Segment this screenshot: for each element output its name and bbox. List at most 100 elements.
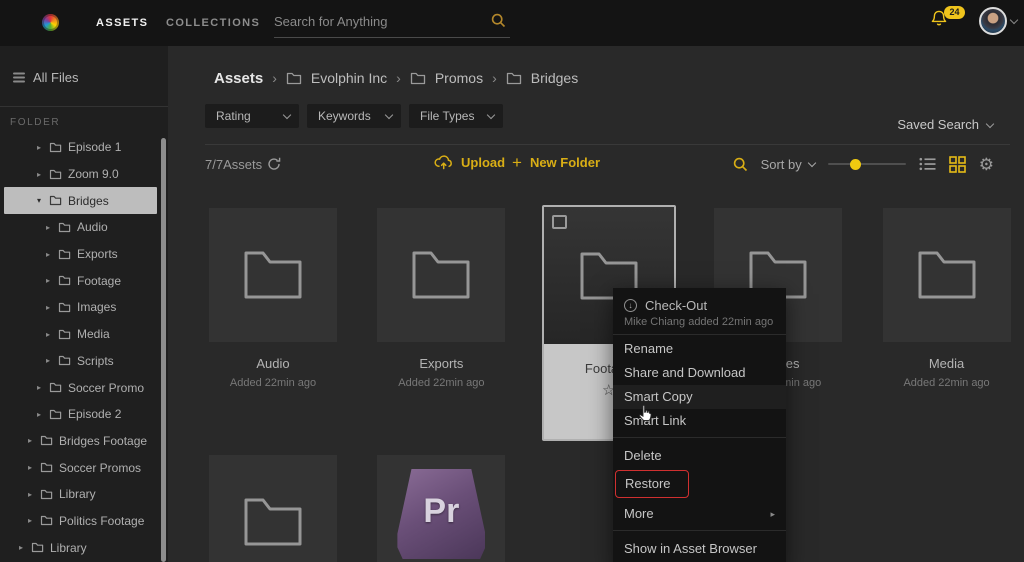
tab-assets[interactable]: ASSETS [96, 17, 148, 29]
app-logo-icon[interactable] [42, 14, 59, 31]
sort-by-dropdown[interactable]: Sort by [761, 157, 816, 172]
folder-tree-item[interactable]: ▸ Politics Footage [4, 508, 157, 535]
breadcrumb-item[interactable]: › Promos [396, 70, 483, 86]
menu-item-restore[interactable]: Restore [615, 470, 689, 498]
asset-thumbnail[interactable] [882, 208, 1011, 342]
menu-item-share-and-download[interactable]: Share and Download [613, 361, 786, 385]
list-view-icon[interactable] [919, 157, 936, 171]
breadcrumb-item[interactable]: › Evolphin Inc [272, 70, 387, 86]
check-out-subtitle: Mike Chiang added 22min ago [624, 316, 774, 328]
tree-expand-arrow-icon[interactable]: ▸ [28, 516, 38, 525]
folder-tree-item[interactable]: ▸ Episode 2 [4, 401, 157, 428]
thumbnail-size-slider[interactable] [827, 158, 906, 170]
tree-expand-arrow-icon[interactable]: ▸ [28, 436, 38, 445]
asset-thumbnail[interactable] [209, 208, 337, 342]
sidebar-all-files[interactable]: All Files [12, 66, 79, 88]
folder-name: Images [77, 300, 117, 315]
menu-item-check-out[interactable]: ↓ Check-Out Mike Chiang added 22min ago [613, 288, 786, 334]
breadcrumb-separator: › [272, 70, 277, 86]
tree-expand-arrow-icon[interactable]: ▸ [46, 356, 56, 365]
slider-thumb[interactable] [849, 158, 861, 170]
folder-tree-item[interactable]: ▸ Soccer Promos [4, 454, 157, 481]
premiere-pro-icon: Pr [397, 469, 486, 559]
folder-tree-item[interactable]: ▸ Media [4, 321, 157, 348]
asset-grid: Audio Added 22min ago Exports Added 22mi… [209, 205, 1011, 441]
asset-card[interactable]: Audio Added 22min ago [209, 208, 337, 389]
asset-thumbnail[interactable] [209, 455, 337, 562]
folder-icon [506, 72, 522, 85]
asset-card[interactable]: Exports Added 22min ago [377, 208, 506, 389]
select-checkbox[interactable] [551, 215, 567, 229]
settings-gear-icon[interactable]: ⚙ [979, 156, 994, 173]
folder-tree-item[interactable]: ▸ Library [4, 481, 157, 508]
asset-thumbnail[interactable] [377, 208, 506, 342]
tree-expand-arrow-icon[interactable]: ▸ [46, 330, 56, 339]
toolbar-divider [205, 144, 1010, 145]
refresh-icon[interactable] [266, 156, 282, 172]
asset-card[interactable]: Media Added 22min ago [882, 208, 1011, 389]
upload-button[interactable]: Upload [434, 154, 505, 170]
breadcrumb-label: Bridges [530, 70, 579, 86]
folder-tree-item[interactable]: ▸ Footage [4, 267, 157, 294]
tree-expand-arrow-icon[interactable]: ▸ [46, 223, 56, 232]
folder-tree-item[interactable]: ▸ Episode 1 [4, 134, 157, 161]
breadcrumb-item[interactable]: › Bridges [492, 70, 578, 86]
folder-icon [40, 435, 53, 446]
asset-manager-app: ASSETS COLLECTIONS 24 All Files FOLDER [0, 0, 1024, 562]
menu-item-delete[interactable]: Delete [613, 444, 786, 468]
new-folder-button[interactable]: + New Folder [512, 154, 600, 171]
tree-expand-arrow-icon[interactable]: ▸ [19, 543, 29, 552]
folder-icon [40, 515, 53, 526]
account-chevron-down-icon[interactable] [1009, 15, 1019, 25]
folder-tree-item[interactable]: ▸ Bridges Footage [4, 428, 157, 455]
folder-icon [49, 195, 62, 206]
folder-tree-item[interactable]: ▸ Scripts [4, 348, 157, 375]
chevron-down-icon [985, 119, 995, 128]
notification-count-badge: 24 [944, 6, 965, 19]
user-avatar[interactable] [979, 7, 1007, 35]
breadcrumb-item[interactable]: Assets [205, 70, 263, 87]
menu-item-more[interactable]: More ▸ [613, 502, 786, 526]
notifications-button[interactable]: 24 [930, 6, 970, 34]
menu-item-show-in-asset-browser[interactable]: Show in Asset Browser [613, 537, 786, 561]
filter-dropdown[interactable]: File Types [409, 104, 503, 128]
check-out-icon: ↓ [624, 298, 637, 312]
sidebar-scrollbar[interactable] [161, 138, 166, 562]
tree-expand-arrow-icon[interactable]: ▸ [46, 276, 56, 285]
folder-tree-item[interactable]: ▾ Bridges [4, 187, 157, 215]
asset-card[interactable] [209, 455, 337, 562]
grid-view-icon[interactable] [948, 155, 966, 173]
tree-expand-arrow-icon[interactable]: ▸ [37, 170, 47, 179]
folder-icon [49, 409, 62, 420]
tree-expand-arrow-icon[interactable]: ▸ [28, 463, 38, 472]
tree-expand-arrow-icon[interactable]: ▸ [46, 303, 56, 312]
folder-tree-item[interactable]: ▸ Library [4, 534, 157, 561]
tree-expand-arrow-icon[interactable]: ▸ [46, 250, 56, 259]
folder-icon [286, 72, 302, 85]
asset-thumbnail[interactable]: Pr [377, 455, 506, 562]
tree-expand-arrow-icon[interactable]: ▸ [28, 490, 38, 499]
chevron-down-icon [807, 158, 816, 168]
tree-expand-arrow-icon[interactable]: ▸ [37, 410, 47, 419]
folder-tree-item[interactable]: ▸ Soccer Promo [4, 374, 157, 401]
filter-dropdown[interactable]: Rating [205, 104, 299, 128]
search-input[interactable] [274, 10, 484, 37]
plus-icon: + [512, 153, 522, 172]
sort-search-icon[interactable] [733, 157, 748, 172]
folder-tree-item[interactable]: ▸ Zoom 9.0 [4, 161, 157, 188]
tree-expand-arrow-icon[interactable]: ▸ [37, 383, 47, 392]
filter-dropdown[interactable]: Keywords [307, 104, 401, 128]
folder-tree-item[interactable]: ▸ Audio [4, 214, 157, 241]
tab-collections[interactable]: COLLECTIONS [166, 17, 260, 29]
folder-tree-item[interactable]: ▸ Exports [4, 241, 157, 268]
asset-count-label: 7/7Assets [205, 156, 263, 172]
folder-name: Bridges Footage [59, 433, 148, 448]
asset-card[interactable]: Pr [377, 455, 506, 562]
tree-expand-arrow-icon[interactable]: ▸ [37, 143, 47, 152]
saved-search-dropdown[interactable]: Saved Search [897, 117, 995, 132]
folder-tree-item[interactable]: ▸ Images [4, 294, 157, 321]
menu-item-rename[interactable]: Rename [613, 337, 786, 361]
breadcrumb-label: Assets [214, 69, 264, 87]
search-icon[interactable] [491, 13, 506, 28]
tree-expand-arrow-icon[interactable]: ▾ [37, 196, 47, 205]
